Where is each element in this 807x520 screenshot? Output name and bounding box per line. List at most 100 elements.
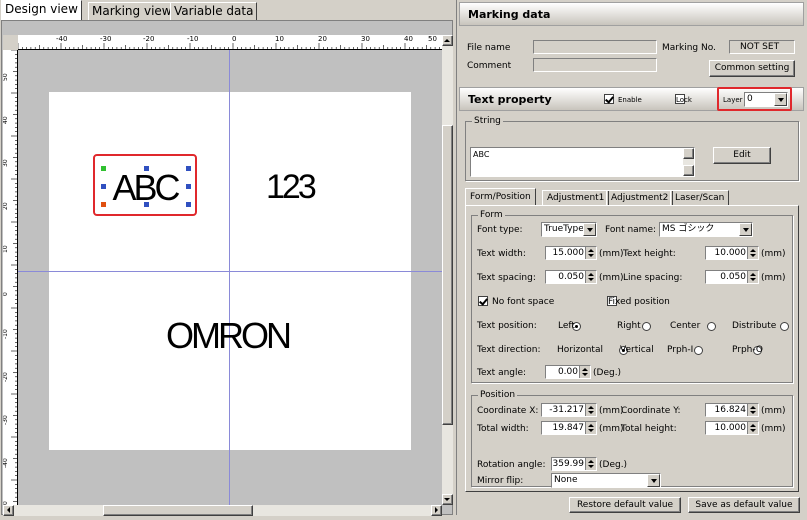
enable-checkbox[interactable] <box>604 94 614 104</box>
rotation-stepper[interactable]: 359.99 <box>551 457 597 471</box>
comment-field[interactable] <box>533 58 657 72</box>
ruler-label: -30 <box>100 35 112 43</box>
comment-label: Comment <box>467 61 512 71</box>
text-angle-stepper[interactable]: 0.00 <box>545 365 591 379</box>
text-direction-vertical-radio[interactable] <box>694 345 704 355</box>
no-font-space-label: No font space <box>492 297 555 307</box>
ruler-label: -20 <box>3 372 9 382</box>
string-textarea[interactable]: ABC <box>470 147 695 177</box>
ruler-label: 30 <box>361 35 370 43</box>
line-spacing-stepper[interactable]: 0.050 <box>705 270 759 284</box>
total-height-value: 10.000 <box>714 423 747 433</box>
tab-adjustment1[interactable]: Adjustment1 <box>542 190 610 206</box>
restore-default-button[interactable]: Restore default value <box>569 497 681 513</box>
scroll-down-button[interactable] <box>683 165 694 176</box>
text-spacing-stepper[interactable]: 0.050 <box>545 270 597 284</box>
spin-icon[interactable] <box>585 247 596 259</box>
save-default-button[interactable]: Save as default value <box>688 497 800 513</box>
coord-y-stepper[interactable]: 16.824 <box>705 403 759 417</box>
spin-icon[interactable] <box>747 404 758 416</box>
spin-icon[interactable] <box>747 247 758 259</box>
ruler-label: -20 <box>143 35 155 43</box>
coord-x-stepper[interactable]: -31.217 <box>541 403 597 417</box>
rotation-label: Rotation angle: <box>477 460 546 470</box>
vertical-ruler: 50403020100-10-20-30-40-50 <box>3 50 18 505</box>
coord-x-label: Coordinate X: <box>477 406 539 416</box>
chevron-down-icon[interactable] <box>739 223 752 236</box>
coord-y-value: 16.824 <box>714 405 747 415</box>
enable-label: Enable <box>618 96 642 104</box>
font-name-select[interactable]: MS ゴシック <box>659 222 753 237</box>
spin-icon[interactable] <box>585 271 596 283</box>
selection-handle[interactable] <box>144 202 149 207</box>
horizontal-scrollbar[interactable] <box>3 505 442 516</box>
scroll-thumb-h[interactable] <box>103 505 253 516</box>
selection-handle[interactable] <box>144 166 149 171</box>
mirror-select[interactable]: None <box>551 473 661 488</box>
chevron-down-icon[interactable] <box>774 93 787 106</box>
text-object-omron[interactable]: OMRON <box>166 308 306 363</box>
arrow-up-icon <box>444 39 450 42</box>
text-height-label: Text height: <box>623 249 676 259</box>
coord-x-value: -31.217 <box>549 405 584 415</box>
ruler-label: 50 <box>3 73 9 81</box>
spin-icon[interactable] <box>585 458 596 470</box>
selection-handle[interactable] <box>101 184 106 189</box>
spin-icon[interactable] <box>747 422 758 434</box>
marking-canvas[interactable]: ABC 123 OMRON <box>18 50 442 505</box>
layer-select[interactable]: 0 <box>744 92 788 107</box>
file-name-field[interactable] <box>533 40 657 54</box>
string-value: ABC <box>473 150 490 159</box>
tab-design-view[interactable]: Design view <box>1 0 82 20</box>
text-width-stepper[interactable]: 15.000 <box>545 246 597 260</box>
scroll-right-button[interactable] <box>431 505 442 516</box>
font-type-select[interactable]: TrueType <box>541 222 597 237</box>
horizontal-center-line <box>18 271 442 272</box>
text-object-123[interactable]: 123 <box>266 160 346 215</box>
text-direction-option: Prph-I <box>667 345 694 355</box>
scroll-up-button[interactable] <box>683 148 694 159</box>
total-width-stepper[interactable]: 19.847 <box>541 421 597 435</box>
tab-form-position[interactable]: Form/Position <box>465 188 536 206</box>
text-position-distribute-radio[interactable] <box>780 321 790 331</box>
text-position-option: Center <box>670 321 701 331</box>
scroll-left-button[interactable] <box>3 505 14 516</box>
no-font-space-checkbox[interactable] <box>478 296 488 306</box>
ruler-label: -10 <box>187 35 199 43</box>
text-height-stepper[interactable]: 10.000 <box>705 246 759 260</box>
vertical-scrollbar[interactable] <box>442 35 453 505</box>
text-height-value: 10.000 <box>714 248 747 258</box>
tab-adjustment2[interactable]: Adjustment2 <box>606 190 674 206</box>
selection-handle[interactable] <box>101 166 106 171</box>
selection-handle[interactable] <box>186 166 191 171</box>
spin-icon[interactable] <box>579 366 590 378</box>
unit-label: (mm) <box>599 424 624 434</box>
string-scrollbar[interactable] <box>683 148 694 176</box>
common-setting-button[interactable]: Common setting <box>709 60 795 77</box>
text-position-label: Text position: <box>477 321 537 331</box>
tab-laser-scan[interactable]: Laser/Scan <box>670 190 730 206</box>
scroll-thumb[interactable] <box>442 125 453 425</box>
text-position-right-radio[interactable] <box>641 321 651 331</box>
chevron-down-icon[interactable] <box>583 223 596 236</box>
selection-handle[interactable] <box>101 202 106 207</box>
tab-variable-data[interactable]: Variable data <box>170 2 258 20</box>
spin-icon[interactable] <box>747 271 758 283</box>
file-name-label: File name <box>467 43 511 53</box>
unit-label: (mm) <box>761 406 786 416</box>
tab-marking-view[interactable]: Marking view <box>88 2 176 20</box>
mirror-label: Mirror flip: <box>477 476 524 486</box>
marking-data-header: Marking data <box>459 2 804 26</box>
scroll-up-button[interactable] <box>442 35 453 46</box>
spin-icon[interactable] <box>585 404 596 416</box>
selection-handle[interactable] <box>186 202 191 207</box>
edit-button[interactable]: Edit <box>713 147 771 164</box>
scroll-down-button[interactable] <box>442 494 453 505</box>
deg-unit-label: (Deg.) <box>599 460 628 470</box>
spin-icon[interactable] <box>585 422 596 434</box>
total-height-stepper[interactable]: 10.000 <box>705 421 759 435</box>
selection-handle[interactable] <box>186 184 191 189</box>
line-spacing-value: 0.050 <box>720 272 746 282</box>
text-position-center-radio[interactable] <box>706 321 716 331</box>
chevron-down-icon[interactable] <box>647 474 660 487</box>
